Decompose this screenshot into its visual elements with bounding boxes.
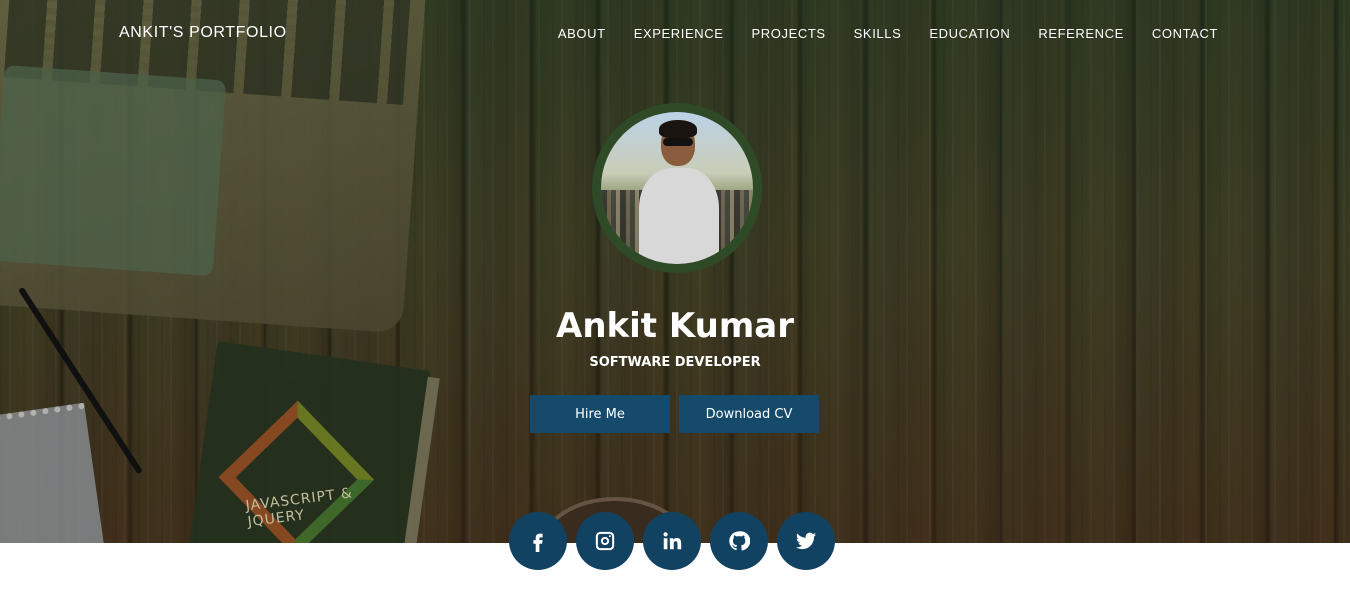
avatar-sunglasses [663, 138, 693, 146]
avatar [601, 112, 753, 264]
linkedin-button[interactable] [643, 512, 701, 570]
instagram-icon [595, 531, 615, 551]
download-cv-button[interactable]: Download CV [679, 395, 819, 433]
avatar-ring [592, 103, 762, 273]
hero-section: JAVASCRIPT & JQUERY ANKIT'S PORTFOLIO AB… [0, 0, 1350, 543]
trackpad [0, 65, 227, 277]
facebook-icon [533, 533, 543, 552]
nav-link-about[interactable]: ABOUT [558, 26, 606, 41]
top-navbar: ANKIT'S PORTFOLIO ABOUT EXPERIENCE PROJE… [0, 0, 1350, 66]
nav-link-projects[interactable]: PROJECTS [752, 26, 826, 41]
twitter-button[interactable] [777, 512, 835, 570]
hire-me-button[interactable]: Hire Me [530, 395, 670, 433]
nav-link-contact[interactable]: CONTACT [1152, 26, 1218, 41]
facebook-button[interactable] [509, 512, 567, 570]
github-icon [729, 531, 750, 551]
social-links [509, 512, 835, 570]
linkedin-icon [663, 532, 682, 550]
brand-logo[interactable]: ANKIT'S PORTFOLIO [119, 24, 287, 42]
nav-menu: ABOUT EXPERIENCE PROJECTS SKILLS EDUCATI… [530, 26, 1218, 41]
profile-title: SOFTWARE DEVELOPER [589, 355, 761, 370]
twitter-icon [795, 532, 817, 550]
instagram-button[interactable] [576, 512, 634, 570]
book-image: JAVASCRIPT & JQUERY [184, 341, 440, 543]
avatar-hair [659, 120, 697, 138]
profile-name: Ankit Kumar [556, 306, 794, 346]
nav-link-skills[interactable]: SKILLS [854, 26, 902, 41]
nav-link-experience[interactable]: EXPERIENCE [634, 26, 724, 41]
github-button[interactable] [710, 512, 768, 570]
nav-link-education[interactable]: EDUCATION [929, 26, 1010, 41]
nav-link-reference[interactable]: REFERENCE [1038, 26, 1124, 41]
avatar-body [639, 168, 719, 264]
